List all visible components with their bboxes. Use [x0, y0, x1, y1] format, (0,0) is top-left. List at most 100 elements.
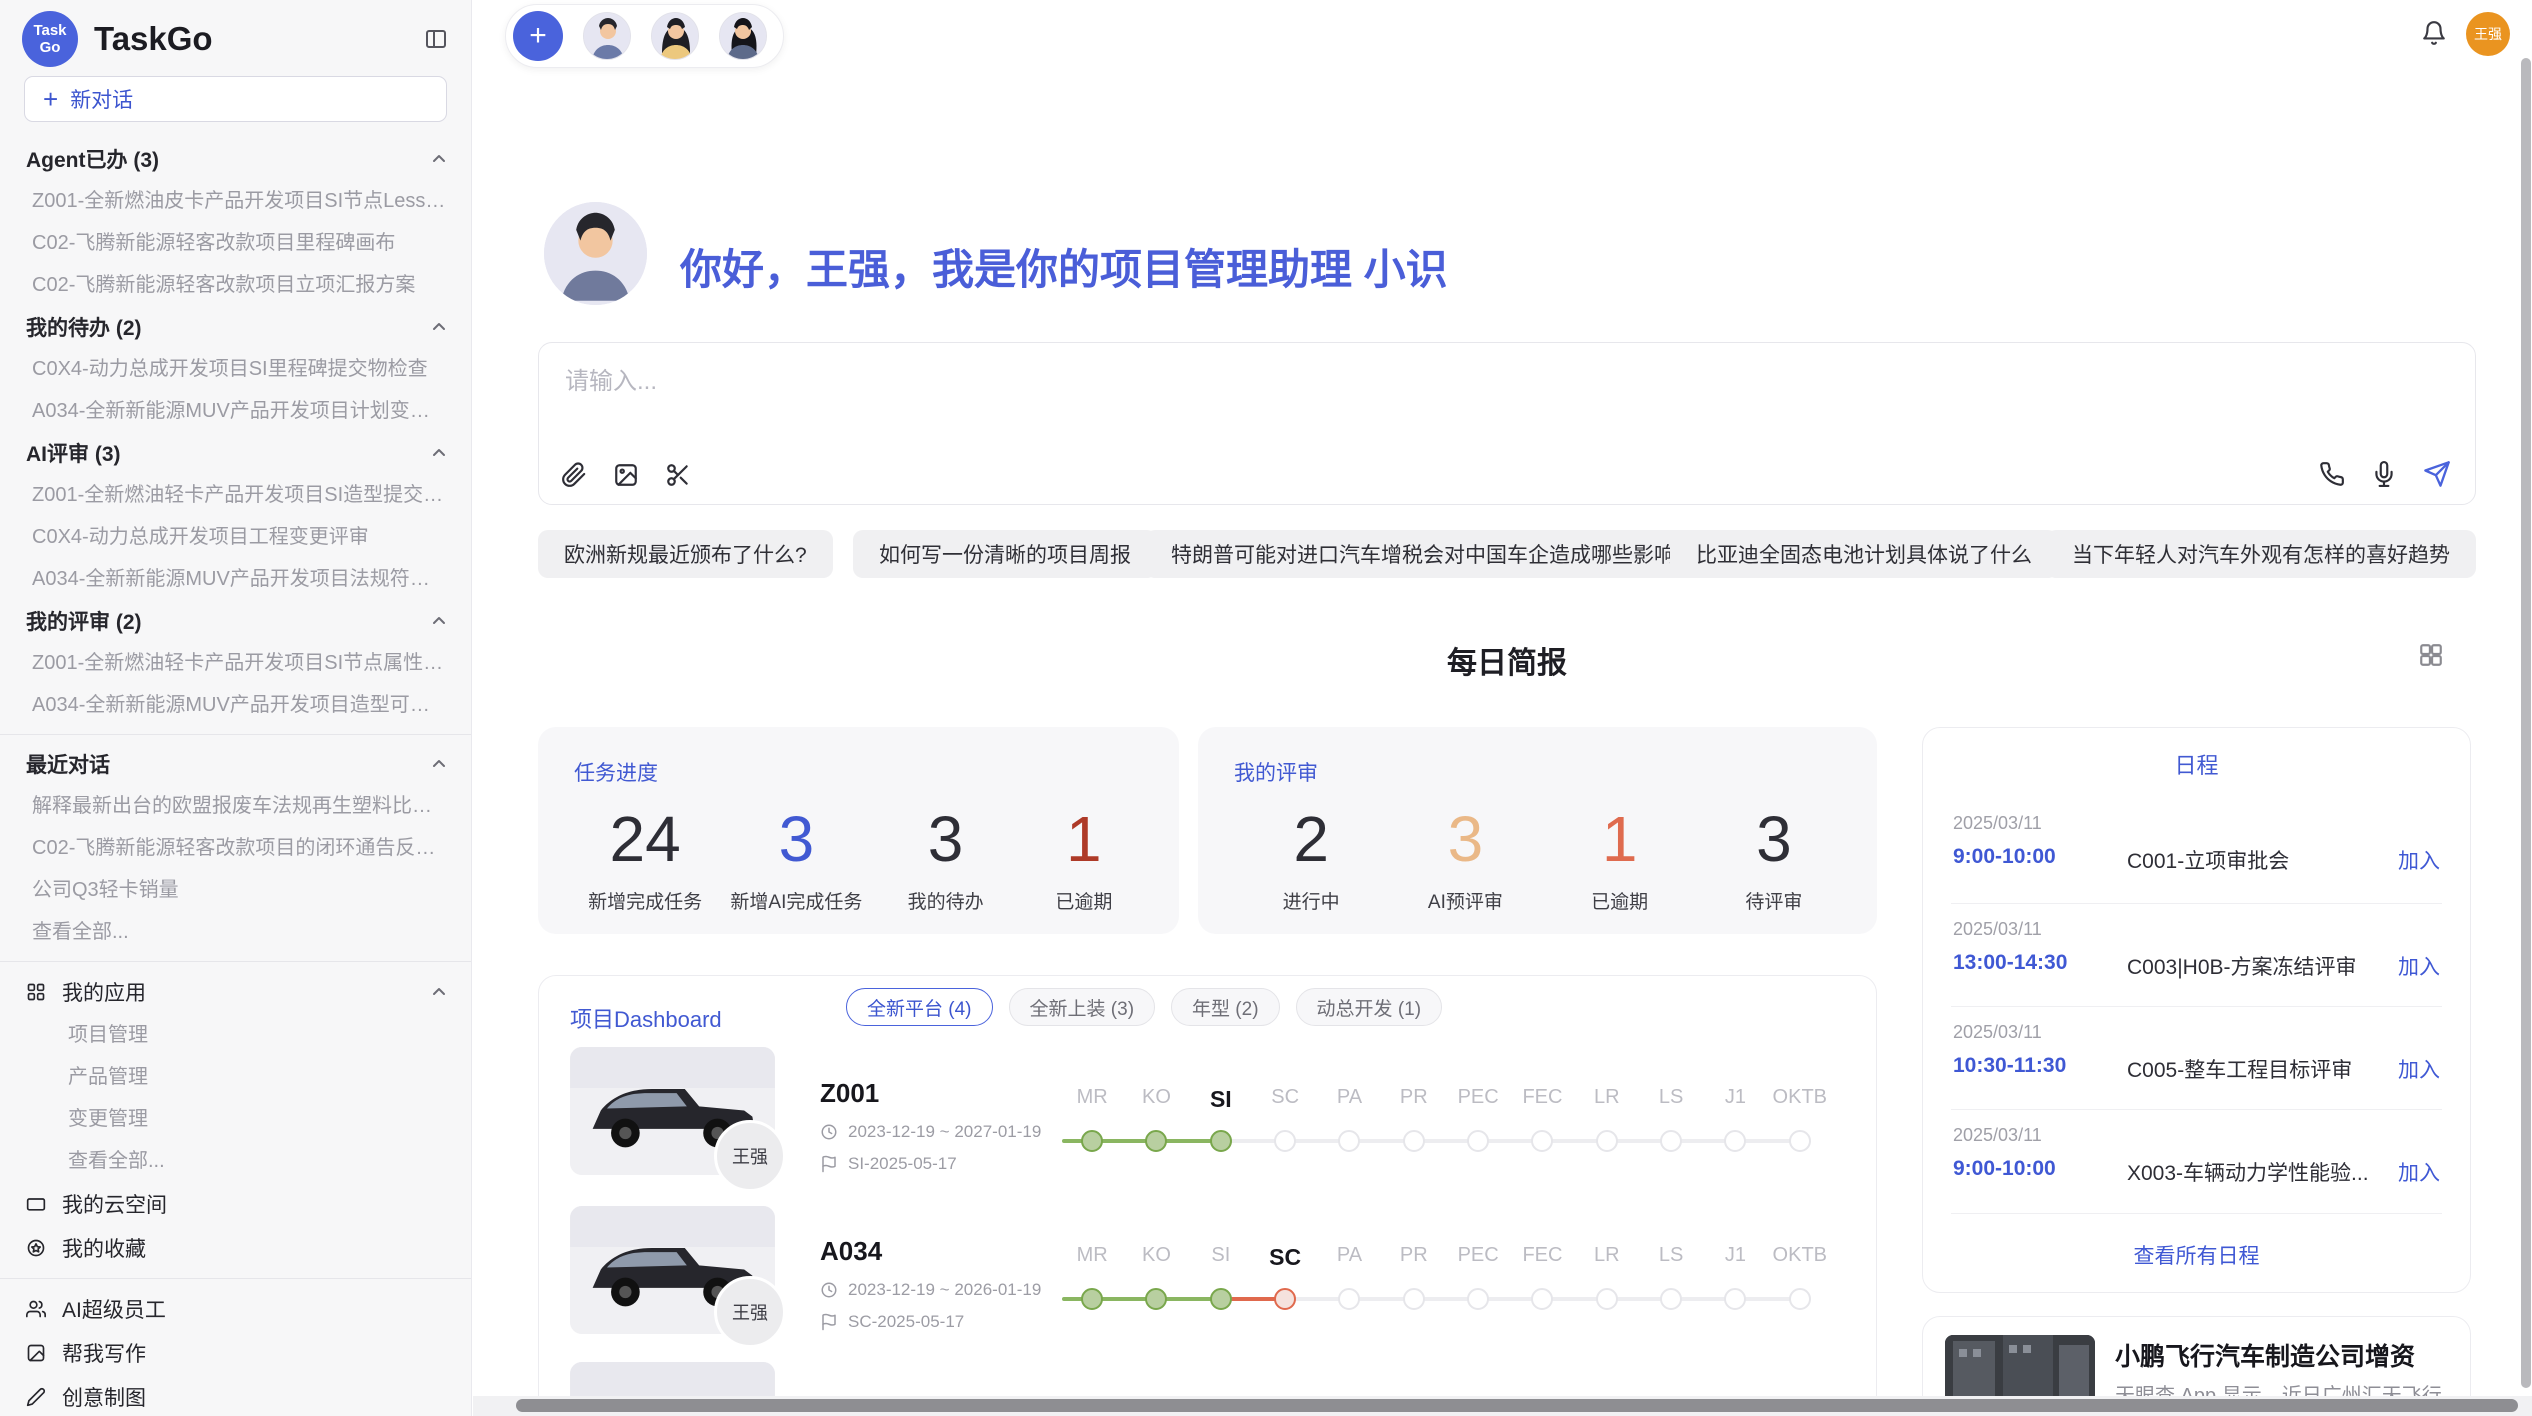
join-link[interactable]: 加入 [2398, 951, 2440, 981]
recent-chat-item[interactable]: 查看全部... [0, 911, 471, 953]
project-dates: 2023-12-19 ~ 2026-01-19 [820, 1280, 1041, 1300]
assistant-avatar [544, 202, 647, 305]
join-link[interactable]: 加入 [2398, 845, 2440, 875]
attachment-icon[interactable] [561, 462, 587, 488]
sidebar-collapse-icon[interactable] [423, 27, 449, 51]
project-dashboard-card [538, 975, 1877, 1416]
star-badge-icon [26, 1238, 46, 1258]
divider [0, 1278, 471, 1279]
screenshot-scissors-icon[interactable] [665, 462, 691, 488]
recent-chat-item[interactable]: 解释最新出台的欧盟报废车法规再生塑料比例被调至15%... [0, 785, 471, 827]
suggestion-chip[interactable]: 比亚迪全固态电池计划具体说了什么 [1670, 530, 2058, 578]
recent-chat-item[interactable]: 公司Q3轻卡销量 [0, 869, 471, 911]
chevron-up-icon[interactable] [431, 756, 447, 772]
chevron-up-icon[interactable] [431, 151, 447, 167]
flag-icon [820, 1313, 838, 1331]
project-flag: SI-2025-05-17 [820, 1154, 957, 1174]
chat-input[interactable] [563, 359, 2263, 429]
stat-overdue: 1 已逾期 [1029, 803, 1139, 914]
stat-ai-prereview: 3 AI预评审 [1410, 803, 1520, 914]
sidebar-item-favorites[interactable]: 我的收藏 [0, 1226, 471, 1270]
image-upload-icon[interactable] [613, 462, 639, 488]
sidebar-task-item[interactable]: A034-全新新能源MUV产品开发项目法规符合性评审 [0, 558, 471, 600]
user-avatar-name: 王强 [2474, 24, 2502, 44]
project-code[interactable]: A034 [820, 1236, 882, 1267]
suggestion-chip[interactable]: 特朗普可能对进口汽车增税会对中国车企造成哪些影响 [1145, 530, 1701, 578]
schedule-title: 日程 [1923, 748, 2470, 780]
milestone-dot [1596, 1130, 1618, 1152]
sidebar-item-ai-super-staff[interactable]: AI超级员工 [0, 1287, 471, 1331]
milestone-dot-done [1081, 1130, 1103, 1152]
layout-grid-icon[interactable] [2418, 642, 2444, 668]
notification-bell-icon[interactable] [2421, 20, 2447, 46]
project-dashboard-title: 项目Dashboard [570, 1002, 722, 1034]
users-icon [26, 1299, 46, 1319]
section-my-todo[interactable]: 我的待办 (2) [0, 306, 471, 348]
section-recent-chats[interactable]: 最近对话 [0, 743, 471, 785]
section-ai-review[interactable]: AI评审 (3) [0, 432, 471, 474]
microphone-icon[interactable] [2371, 461, 2397, 487]
project-code[interactable]: Z001 [820, 1078, 879, 1109]
new-chat-button[interactable]: + 新对话 [24, 76, 447, 122]
stat-label: AI预评审 [1428, 887, 1503, 914]
user-avatar[interactable]: 王强 [2466, 12, 2510, 56]
tab-powertrain[interactable]: 动总开发 (1) [1296, 988, 1443, 1026]
schedule-event-title: C003|H0B-方案冻结评审 [2127, 951, 2357, 981]
schedule-item: 2025/03/11 9:00-10:00 C001-立项审批会 加入 [1951, 803, 2442, 905]
sidebar-app-view-all[interactable]: 查看全部... [0, 1140, 471, 1182]
sidebar-task-item[interactable]: Z001-全新燃油皮卡产品开发项目SI节点Lesson Learn报告 [0, 180, 471, 222]
tab-new-platform[interactable]: 全新平台 (4) [846, 988, 993, 1026]
avatar[interactable] [719, 12, 767, 60]
milestone-dot [1660, 1288, 1682, 1310]
sidebar-item-label: AI超级员工 [62, 1294, 166, 1324]
send-icon[interactable] [2423, 460, 2451, 488]
suggestion-chip[interactable]: 欧洲新规最近颁布了什么? [538, 530, 833, 578]
sidebar-task-item[interactable]: Z001-全新燃油轻卡产品开发项目SI造型提交物评审 [0, 474, 471, 516]
sidebar-task-item[interactable]: C02-飞腾新能源轻客改款项目立项汇报方案 [0, 264, 471, 306]
tab-new-body[interactable]: 全新上装 (3) [1009, 988, 1156, 1026]
section-my-review[interactable]: 我的评审 (2) [0, 600, 471, 642]
horizontal-scrollbar[interactable] [516, 1399, 2518, 1412]
stat-label: 待评审 [1745, 887, 1802, 914]
card-title: 任务进度 [574, 757, 1153, 787]
recent-chat-item[interactable]: C02-飞腾新能源轻客改款项目的闭环通告反馈情况 [0, 827, 471, 869]
chevron-up-icon[interactable] [431, 613, 447, 629]
stat-label: 进行中 [1283, 887, 1340, 914]
add-workspace-button[interactable]: + [513, 11, 563, 61]
milestone-dot [1403, 1130, 1425, 1152]
milestone-dot [1467, 1288, 1489, 1310]
sidebar-app-change-mgmt[interactable]: 变更管理 [0, 1098, 471, 1140]
sidebar-task-item[interactable]: A034-全新新能源MUV产品开发项目计划变更表编写 [0, 390, 471, 432]
chevron-up-icon[interactable] [431, 445, 447, 461]
voice-call-icon[interactable] [2319, 461, 2345, 487]
chevron-up-icon[interactable] [431, 984, 447, 1000]
sidebar-task-item[interactable]: C02-飞腾新能源轻客改款项目里程碑画布 [0, 222, 471, 264]
sidebar-item-help-me-write[interactable]: 帮我写作 [0, 1331, 471, 1375]
tab-model-year[interactable]: 年型 (2) [1171, 988, 1280, 1026]
vertical-scrollbar[interactable] [2521, 58, 2531, 1388]
divider [1951, 1213, 2442, 1214]
avatar[interactable] [651, 12, 699, 60]
join-link[interactable]: 加入 [2398, 1157, 2440, 1187]
sidebar-task-item[interactable]: Z001-全新燃油轻卡产品开发项目SI节点属性5D文件评审 [0, 642, 471, 684]
sidebar-task-item[interactable]: C0X4-动力总成开发项目SI里程碑提交物检查 [0, 348, 471, 390]
sidebar-item-cloud-space[interactable]: 我的云空间 [0, 1182, 471, 1226]
app-window: Task Go TaskGo + 新对话 Agent已办 (3) Z001-全新… [0, 0, 2532, 1416]
view-all-schedule-link[interactable]: 查看所有日程 [1923, 1240, 2470, 1270]
suggestion-chip[interactable]: 当下年轻人对汽车外观有怎样的喜好趋势 [2046, 530, 2476, 578]
sidebar-task-item[interactable]: A034-全新新能源MUV产品开发项目造型可行性评审 [0, 684, 471, 726]
stat-label: 新增完成任务 [588, 887, 702, 914]
chevron-up-icon[interactable] [431, 319, 447, 335]
sidebar-item-creative-drawing[interactable]: 创意制图 [0, 1375, 471, 1416]
avatar[interactable] [583, 12, 631, 60]
sidebar-app-project-mgmt[interactable]: 项目管理 [0, 1014, 471, 1056]
suggestion-chip[interactable]: 如何写一份清晰的项目周报 [853, 530, 1157, 578]
pen-icon [26, 1387, 46, 1407]
sidebar-item-my-apps[interactable]: 我的应用 [0, 970, 471, 1014]
join-link[interactable]: 加入 [2398, 1054, 2440, 1084]
schedule-card: 日程 2025/03/11 9:00-10:00 C001-立项审批会 加入 2… [1922, 727, 2471, 1293]
sidebar-app-product-mgmt[interactable]: 产品管理 [0, 1056, 471, 1098]
sidebar-task-item[interactable]: C0X4-动力总成开发项目工程变更评审 [0, 516, 471, 558]
new-chat-label: 新对话 [70, 84, 133, 114]
section-agent-done[interactable]: Agent已办 (3) [0, 138, 471, 180]
